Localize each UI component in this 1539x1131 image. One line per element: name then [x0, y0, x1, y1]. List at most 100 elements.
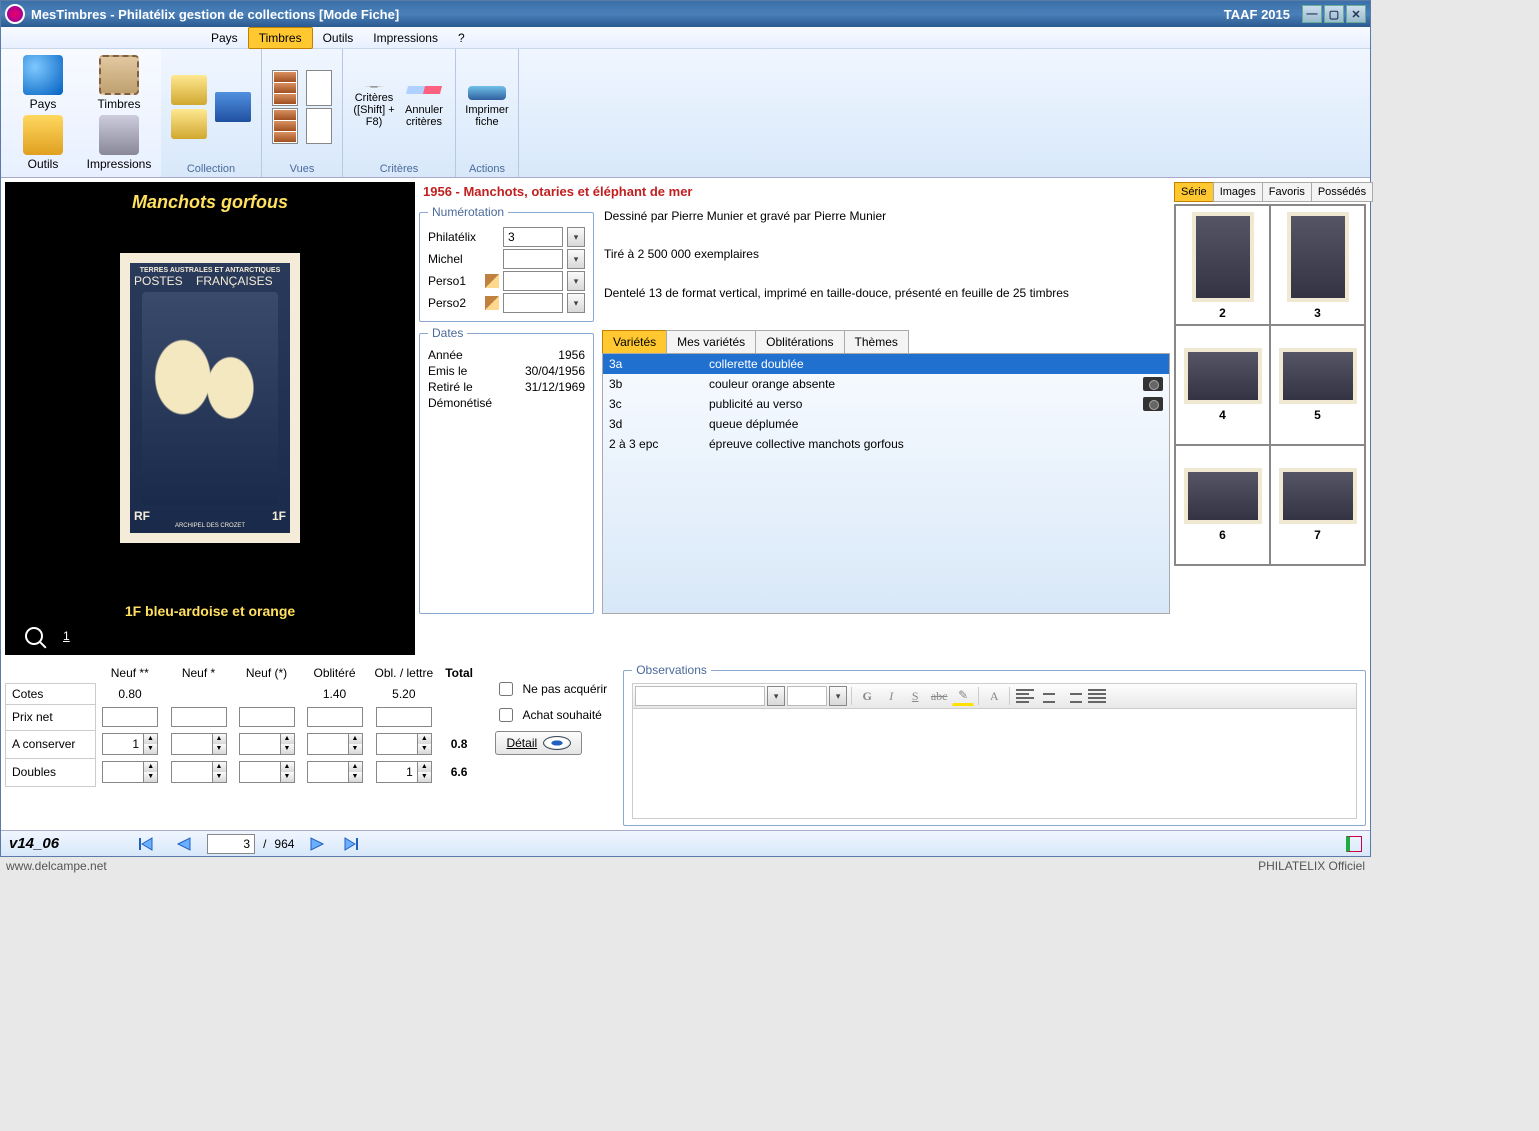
thumbnail-cell[interactable]: 5 [1270, 325, 1365, 445]
thumbnail-grid: 234567 [1174, 204, 1366, 566]
grid-view-icon[interactable] [272, 70, 298, 106]
aconserver-stepper-1[interactable]: ▲▼ [102, 733, 158, 755]
magnify-icon[interactable] [25, 627, 43, 645]
menu-pays[interactable]: Pays [201, 28, 248, 48]
tool-impressions[interactable]: Impressions [83, 115, 155, 171]
cancel-criteria-button[interactable]: Annuler critères [403, 86, 445, 128]
variety-row[interactable]: 3acollerette doublée [603, 354, 1169, 374]
prixnet-input-1[interactable] [102, 707, 158, 727]
tab-themes[interactable]: Thèmes [844, 330, 909, 353]
doubles-stepper-2[interactable]: ▲▼ [171, 761, 227, 783]
prixnet-input-5[interactable] [376, 707, 432, 727]
aconserver-stepper-3[interactable]: ▲▼ [239, 733, 295, 755]
variety-list[interactable]: 3acollerette doublée3bcouleur orange abs… [602, 354, 1170, 614]
achat-souhaite-checkbox[interactable]: Achat souhaité [495, 705, 607, 725]
layout-icon[interactable] [306, 70, 332, 106]
quote-header-row: Neuf ** Neuf * Neuf (*) Oblitéré Obl. / … [6, 663, 479, 683]
tab-obliterations[interactable]: Oblitérations [755, 330, 844, 353]
aconserver-stepper-4[interactable]: ▲▼ [307, 733, 363, 755]
minimize-button[interactable]: — [1302, 5, 1322, 23]
pencil-icon[interactable] [485, 274, 499, 288]
thumbnail-cell[interactable]: 2 [1175, 205, 1270, 325]
align-justify-button[interactable] [1086, 686, 1108, 706]
font-size-combo[interactable] [787, 686, 827, 706]
prixnet-input-2[interactable] [171, 707, 227, 727]
perso2-dropdown[interactable] [567, 293, 585, 313]
bold-button[interactable]: G [856, 686, 878, 706]
tool-outils[interactable]: Outils [7, 115, 79, 171]
thumbnail-cell[interactable]: 7 [1270, 445, 1365, 565]
underline-button[interactable]: S [904, 686, 926, 706]
tab-mes-varietes[interactable]: Mes variétés [666, 330, 756, 353]
exit-icon[interactable] [1346, 836, 1362, 852]
doubles-stepper-4[interactable]: ▲▼ [307, 761, 363, 783]
folder-icon[interactable] [171, 109, 207, 139]
record-number-input[interactable] [207, 834, 255, 854]
variety-row[interactable]: 3cpublicité au verso [603, 394, 1169, 414]
thumbnail-cell[interactable]: 3 [1270, 205, 1365, 325]
size-dropdown[interactable] [829, 686, 847, 706]
variety-row[interactable]: 3dqueue déplumée [603, 414, 1169, 434]
tab-varietes[interactable]: Variétés [602, 330, 667, 353]
aconserver-stepper-2[interactable]: ▲▼ [171, 733, 227, 755]
ne-pas-acquerir-checkbox[interactable]: Ne pas acquérir [495, 679, 607, 699]
folder-open-icon[interactable] [171, 75, 207, 105]
nav-first-button[interactable] [135, 834, 163, 854]
image-page-number[interactable]: 1 [63, 629, 70, 643]
prixnet-input-4[interactable] [307, 707, 363, 727]
menu-timbres[interactable]: Timbres [248, 27, 313, 49]
ribbon-group-actions: Imprimer fiche Actions [456, 49, 519, 177]
observations-textarea[interactable] [632, 709, 1357, 819]
variety-row[interactable]: 2 à 3 epcépreuve collective manchots gor… [603, 434, 1169, 454]
align-center-button[interactable] [1038, 686, 1060, 706]
philatelix-input[interactable] [503, 227, 563, 247]
tab-favoris[interactable]: Favoris [1262, 182, 1312, 202]
print-button[interactable]: Imprimer fiche [466, 86, 508, 128]
tool-timbres[interactable]: Timbres [83, 55, 155, 111]
michel-input[interactable] [503, 249, 563, 269]
tool-pays[interactable]: Pays [7, 55, 79, 111]
close-button[interactable]: ✕ [1346, 5, 1366, 23]
align-left-button[interactable] [1014, 686, 1036, 706]
doubles-stepper-3[interactable]: ▲▼ [239, 761, 295, 783]
philatelix-dropdown[interactable] [567, 227, 585, 247]
variety-row[interactable]: 3bcouleur orange absente [603, 374, 1169, 394]
font-dropdown[interactable] [767, 686, 785, 706]
menu-help[interactable]: ? [448, 28, 475, 48]
grid-view-icon-2[interactable] [272, 108, 298, 144]
stamp-image[interactable]: TERRES AUSTRALES ET ANTARCTIQUES POSTESF… [120, 253, 300, 543]
record-total: 964 [274, 837, 294, 851]
save-icon[interactable] [215, 92, 251, 122]
pencil-icon[interactable] [485, 296, 499, 310]
detail-button[interactable]: Détail [495, 731, 582, 755]
doubles-stepper-5[interactable]: ▲▼ [376, 761, 432, 783]
tab-images[interactable]: Images [1213, 182, 1263, 202]
highlight-button[interactable]: ✎ [952, 686, 974, 706]
nav-last-button[interactable] [338, 834, 366, 854]
font-color-button[interactable]: A [983, 686, 1005, 706]
tab-possedes[interactable]: Possédés [1311, 182, 1373, 202]
criteria-button[interactable]: Critères ([Shift] + F8) [353, 86, 395, 128]
font-family-combo[interactable] [635, 686, 765, 706]
tab-serie[interactable]: Série [1174, 182, 1214, 202]
michel-dropdown[interactable] [567, 249, 585, 269]
maximize-button[interactable]: ▢ [1324, 5, 1344, 23]
aconserver-stepper-5[interactable]: ▲▼ [376, 733, 432, 755]
align-right-button[interactable] [1062, 686, 1084, 706]
perso1-input[interactable] [503, 271, 563, 291]
menu-outils[interactable]: Outils [313, 28, 364, 48]
nav-prev-button[interactable] [171, 834, 199, 854]
thumbnail-cell[interactable]: 6 [1175, 445, 1270, 565]
prixnet-input-3[interactable] [239, 707, 295, 727]
nav-next-button[interactable] [302, 834, 330, 854]
perso1-dropdown[interactable] [567, 271, 585, 291]
perso2-input[interactable] [503, 293, 563, 313]
doubles-stepper-1[interactable]: ▲▼ [102, 761, 158, 783]
app-window: MesTimbres - Philatélix gestion de colle… [0, 0, 1371, 857]
strike-button[interactable]: abc [928, 686, 950, 706]
thumbnail-cell[interactable]: 4 [1175, 325, 1270, 445]
layout-icon-2[interactable] [306, 108, 332, 144]
menu-impressions[interactable]: Impressions [363, 28, 448, 48]
thumbnail-image [1279, 348, 1357, 404]
italic-button[interactable]: I [880, 686, 902, 706]
